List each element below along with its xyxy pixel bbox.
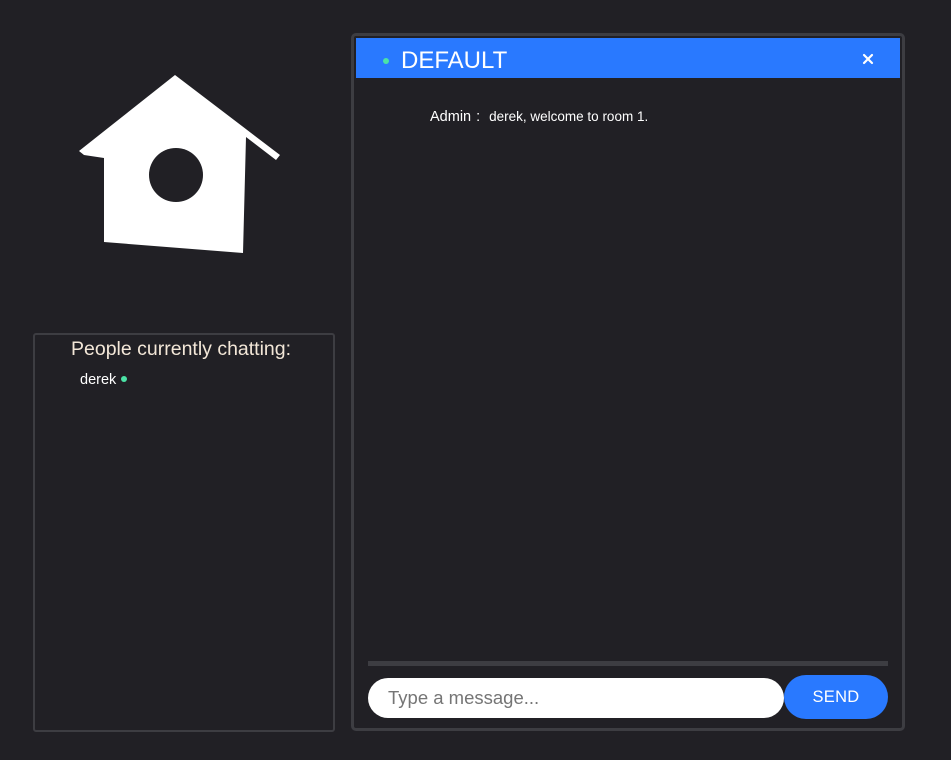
online-status-icon [121,376,128,383]
message-item: Admin: derek, welcome to room 1. [430,109,648,125]
message-text: derek, welcome to room 1. [489,109,649,124]
chat-header: DEFAULT [356,38,900,78]
people-list: derek [80,371,128,389]
chat-window: DEFAULT Admin: derek, welcome to room 1. … [351,33,905,731]
user-name: derek [80,372,117,388]
online-dot-icon [383,58,389,64]
people-heading: People currently chatting: [71,338,292,360]
people-panel: People currently chatting: derek [33,333,335,732]
send-button[interactable]: SEND [784,675,888,719]
room-title: DEFAULT [401,47,508,74]
message-separator: : [476,109,481,125]
app-page: People currently chatting: derek DEFAULT… [0,0,951,760]
close-icon[interactable] [860,51,876,67]
message-input[interactable] [368,678,784,718]
composer-divider [368,661,888,666]
message-list: Admin: derek, welcome to room 1. [354,80,902,660]
user-list-item: derek [80,371,128,389]
message-sender: Admin [430,109,472,125]
birdhouse-icon [79,75,280,253]
